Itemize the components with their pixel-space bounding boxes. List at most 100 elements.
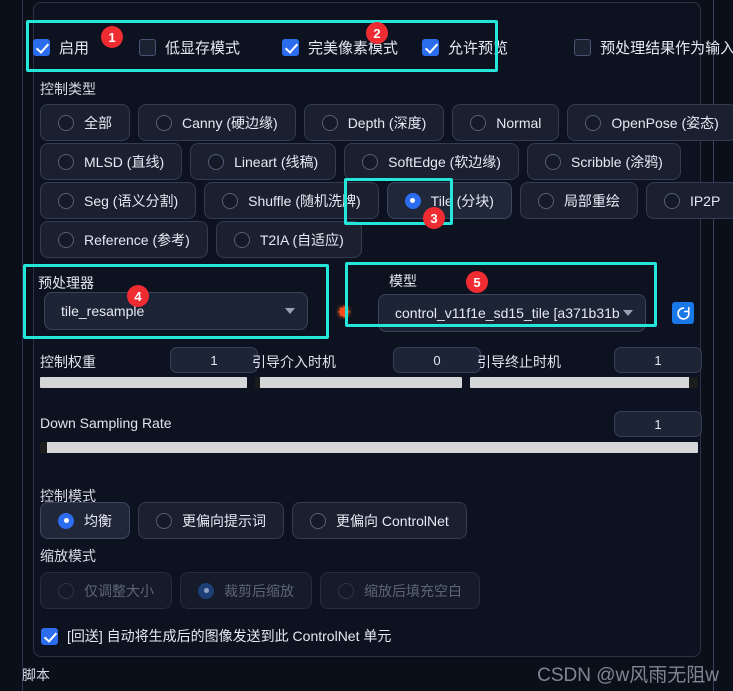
control-type-row-4: Reference (参考) T2IA (自适应) [40,221,362,258]
radio-icon[interactable] [585,114,602,131]
slider-guidance-end-label: 引导终止时机 [477,354,561,370]
radio-icon[interactable] [58,114,74,131]
control-type-lineart[interactable]: Lineart (线稿) [190,143,337,180]
radio-icon[interactable] [58,231,74,248]
checkbox-loopback-label: [回送] 自动将生成后的图像发送到此 ControlNet 单元 [67,628,392,644]
control-type-label: 控制类型 [40,81,96,97]
checkbox-preprocessor-as-input-mark[interactable] [574,38,592,56]
checkbox-preprocessor-as-input-label: 预处理结果作为输入 [600,39,733,57]
annotation-badge-2: 2 [366,22,388,44]
control-mode-controlnet[interactable]: 更偏向 ControlNet [292,502,467,539]
slider-guidance-end-track[interactable] [470,377,698,388]
radio-icon[interactable] [310,512,326,529]
scale-mode-just-resize[interactable]: 仅调整大小 [40,572,172,609]
slider-guidance-start-label: 引导介入时机 [252,354,336,370]
radio-icon[interactable] [156,512,172,529]
radio-icon[interactable] [222,192,239,209]
left-divider [22,0,23,691]
scale-mode-crop-and-resize[interactable]: 裁剪后缩放 [180,572,312,609]
slider-fill [47,442,698,453]
checkbox-loopback[interactable]: [回送] 自动将生成后的图像发送到此 ControlNet 单元 [41,626,391,646]
script-section-label: 脚本 [22,667,50,683]
checkbox-allow-preview-label: 允许预览 [448,39,509,57]
scale-mode-resize-and-fill[interactable]: 缩放后填充空白 [320,572,480,609]
radio-icon[interactable] [321,114,338,131]
control-mode-prompt[interactable]: 更偏向提示词 [138,502,284,539]
control-mode-row: 均衡 更偏向提示词 更偏向 ControlNet [40,502,467,539]
control-type-reference[interactable]: Reference (参考) [40,221,208,258]
preprocessor-dropdown[interactable]: tile_resample [44,292,308,330]
model-dropdown[interactable]: control_v11f1e_sd15_tile [a371b31b [378,294,646,332]
slider-guidance-end-value[interactable]: 1 [614,347,702,373]
control-type-mlsd[interactable]: MLSD (直线) [40,143,183,180]
control-type-openpose[interactable]: OpenPose (姿态) [567,104,733,141]
control-type-label-text: Tile (分块) [430,192,494,209]
refresh-models-button[interactable] [672,302,694,324]
control-mode-label-text: 更偏向提示词 [182,512,266,529]
scale-mode-label-text: 缩放后填充空白 [364,582,462,599]
radio-icon[interactable] [208,153,225,170]
control-type-label-text: Lineart (线稿) [234,153,319,170]
radio-icon[interactable] [233,231,250,248]
radio-icon[interactable] [198,582,214,599]
control-type-label-text: Scribble (涂鸦) [570,153,663,170]
radio-icon[interactable] [362,153,379,170]
control-type-label-text: IP2P [689,192,721,209]
control-type-normal[interactable]: Normal [452,104,560,141]
refresh-icon [676,306,690,320]
control-type-t2ia[interactable]: T2IA (自适应) [215,221,362,258]
checkbox-allow-preview[interactable]: 允许预览 [422,28,508,66]
radio-icon[interactable] [544,153,561,170]
slider-down-sampling-rate-value[interactable]: 1 [614,411,702,437]
checkbox-allow-preview-mark[interactable] [422,38,440,56]
scale-mode-label-text: 仅调整大小 [84,582,154,599]
checkbox-pixel-perfect-mark[interactable] [282,38,300,56]
checkbox-enable-mark[interactable] [33,38,50,56]
control-type-depth[interactable]: Depth (深度) [303,104,445,141]
control-type-ip2p[interactable]: IP2P [645,182,733,219]
control-mode-balanced[interactable]: 均衡 [40,502,130,539]
control-type-shuffle[interactable]: Shuffle (随机洗牌) [204,182,379,219]
control-type-all[interactable]: 全部 [40,104,130,141]
chevron-down-icon[interactable] [285,308,295,314]
control-type-label-text: OpenPose (姿态) [611,114,719,131]
radio-icon[interactable] [156,114,172,131]
checkbox-preprocessor-as-input[interactable]: 预处理结果作为输入 [574,28,733,66]
control-type-seg[interactable]: Seg (语义分割) [40,182,197,219]
slider-guidance-start-track[interactable] [255,377,462,388]
annotation-badge-3: 3 [423,207,445,229]
radio-icon[interactable] [338,582,354,599]
preprocessor-value: tile_resample [61,303,145,319]
annotation-badge-5: 5 [466,271,488,293]
checkbox-low-vram[interactable]: 低显存模式 [139,28,240,66]
slider-control-weight-value[interactable]: 1 [170,347,258,373]
control-type-softedge[interactable]: SoftEdge (软边缘) [344,143,519,180]
model-value: control_v11f1e_sd15_tile [a371b31b [395,305,620,321]
radio-icon[interactable] [58,192,74,209]
checkbox-loopback-mark[interactable] [41,627,58,645]
slider-guidance-start-value[interactable]: 0 [393,347,481,373]
slider-control-weight-track[interactable] [40,377,247,388]
radio-icon[interactable] [663,192,680,209]
control-type-tile[interactable]: Tile (分块) [386,182,512,219]
radio-icon[interactable] [58,512,74,529]
scale-mode-label: 缩放模式 [40,548,96,564]
radio-icon[interactable] [470,114,487,131]
checkbox-low-vram-mark[interactable] [139,38,157,56]
control-type-scribble[interactable]: Scribble (涂鸦) [526,143,681,180]
control-type-canny[interactable]: Canny (硬边缘) [138,104,296,141]
chevron-down-icon[interactable] [623,310,633,316]
model-label: 模型 [389,273,417,289]
control-type-label-text: Depth (深度) [347,114,427,131]
radio-icon[interactable] [58,153,74,170]
slider-down-sampling-rate-track[interactable] [40,442,698,453]
checkbox-enable[interactable]: 启用 [33,28,89,66]
control-type-inpaint[interactable]: 局部重绘 [519,182,638,219]
control-type-label-text: Canny (硬边缘) [182,114,278,131]
slider-fill [260,377,462,388]
radio-icon[interactable] [404,192,421,209]
control-mode-label-text: 更偏向 ControlNet [336,512,449,529]
radio-icon[interactable] [537,192,554,209]
radio-icon[interactable] [58,582,74,599]
slider-control-weight-label: 控制权重 [40,354,96,370]
